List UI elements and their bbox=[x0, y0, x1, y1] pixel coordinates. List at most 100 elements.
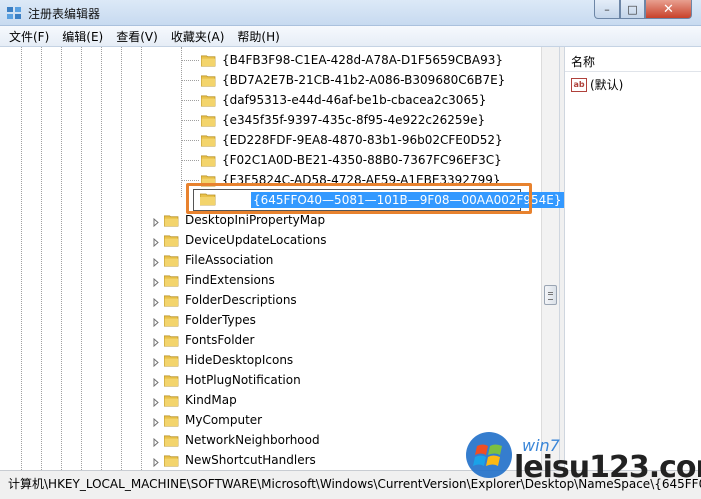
folder-icon bbox=[164, 434, 179, 447]
tree-item[interactable]: {F02C1A0D-BE21-4350-88B0-7367FC96EF3C} bbox=[201, 150, 502, 170]
tree-scrollbar[interactable] bbox=[541, 47, 559, 470]
folder-icon bbox=[201, 154, 216, 167]
expand-arrow-icon[interactable] bbox=[152, 236, 161, 248]
tree-branch-dot bbox=[181, 140, 199, 141]
title-bar: 注册表编辑器 – □ ✕ bbox=[0, 0, 701, 26]
expand-arrow-icon[interactable] bbox=[152, 296, 161, 308]
scrollbar-thumb[interactable] bbox=[544, 285, 557, 305]
tree-item[interactable]: DeviceUpdateLocations bbox=[164, 230, 327, 250]
tree-item[interactable]: NewShortcutHandlers bbox=[164, 450, 316, 470]
folder-icon bbox=[164, 334, 179, 347]
folder-icon bbox=[164, 214, 179, 227]
tree-branch-dot bbox=[181, 100, 199, 101]
folder-icon bbox=[164, 394, 179, 407]
tree-item-label: {BD7A2E7B-21CB-41b2-A086-B309680C6B7E} bbox=[222, 73, 506, 87]
menu-edit[interactable]: 编辑(E) bbox=[62, 28, 103, 45]
tree-item[interactable]: HideDesktopIcons bbox=[164, 350, 293, 370]
tree-item-label: HotPlugNotification bbox=[185, 373, 301, 387]
tree-item[interactable]: HotPlugNotification bbox=[164, 370, 301, 390]
tree-item[interactable]: {B4FB3F98-C1EA-428d-A78A-D1F5659CBA93} bbox=[201, 50, 503, 70]
menu-help[interactable]: 帮助(H) bbox=[237, 28, 279, 45]
folder-icon bbox=[201, 74, 216, 87]
menu-view[interactable]: 查看(V) bbox=[116, 28, 158, 45]
tree-branch-dot bbox=[181, 120, 199, 121]
expand-arrow-icon[interactable] bbox=[152, 416, 161, 428]
watermark-site: leisu123.com bbox=[514, 450, 701, 485]
maximize-button[interactable]: □ bbox=[620, 0, 645, 19]
tree-item[interactable]: KindMap bbox=[164, 390, 237, 410]
tree-item-label: FolderDescriptions bbox=[185, 293, 297, 307]
windows-logo-icon bbox=[466, 432, 512, 478]
tree-item[interactable]: FontsFolder bbox=[164, 330, 254, 350]
watermark: win7 leisu123.com bbox=[460, 428, 701, 499]
expand-arrow-icon[interactable] bbox=[152, 456, 161, 468]
tree-guide-line bbox=[21, 47, 22, 470]
tree-item-label: DesktopIniPropertyMap bbox=[185, 213, 326, 227]
folder-icon bbox=[164, 254, 179, 267]
string-value-icon: ab bbox=[571, 77, 587, 92]
tree-item[interactable]: FolderDescriptions bbox=[164, 290, 297, 310]
menu-favorites[interactable]: 收藏夹(A) bbox=[171, 28, 225, 45]
tree-item-label: FileAssociation bbox=[185, 253, 274, 267]
tree-item-label: DeviceUpdateLocations bbox=[185, 233, 327, 247]
tree-item-label: NewShortcutHandlers bbox=[185, 453, 316, 467]
tree-guide-line bbox=[81, 47, 82, 470]
registry-tree[interactable]: {B4FB3F98-C1EA-428d-A78A-D1F5659CBA93} {B… bbox=[7, 47, 559, 470]
tree-item-label: {e345f35f-9397-435c-8f95-4e922c26259e} bbox=[222, 113, 486, 127]
expand-arrow-icon[interactable] bbox=[152, 356, 161, 368]
values-pane[interactable]: 名称 ab (默认) bbox=[565, 47, 701, 470]
column-header-name[interactable]: 名称 bbox=[565, 50, 701, 72]
tree-branch-dot bbox=[181, 160, 199, 161]
expand-arrow-icon[interactable] bbox=[152, 376, 161, 388]
tree-item[interactable]: {BD7A2E7B-21CB-41b2-A086-B309680C6B7E} bbox=[201, 70, 505, 90]
expand-arrow-icon[interactable] bbox=[152, 216, 161, 228]
expand-arrow-icon[interactable] bbox=[152, 316, 161, 328]
tree-guide-line bbox=[181, 47, 182, 197]
folder-icon bbox=[164, 314, 179, 327]
folder-icon bbox=[164, 274, 179, 287]
tree-item-label: FolderTypes bbox=[185, 313, 256, 327]
tree-item[interactable]: FileAssociation bbox=[164, 250, 273, 270]
menu-file[interactable]: 文件(F) bbox=[9, 28, 49, 45]
folder-icon bbox=[164, 454, 179, 467]
expand-arrow-icon[interactable] bbox=[152, 396, 161, 408]
tree-item[interactable]: FindExtensions bbox=[164, 270, 275, 290]
folder-icon bbox=[201, 94, 216, 107]
folder-icon bbox=[164, 234, 179, 247]
expand-arrow-icon[interactable] bbox=[152, 276, 161, 288]
tree-item[interactable]: NetworkNeighborhood bbox=[164, 430, 320, 450]
folder-icon bbox=[201, 134, 216, 147]
window-title: 注册表编辑器 bbox=[28, 7, 101, 21]
expand-arrow-icon[interactable] bbox=[152, 336, 161, 348]
default-value-name: (默认) bbox=[590, 78, 624, 92]
tree-item[interactable]: FolderTypes bbox=[164, 310, 256, 330]
expand-arrow-icon[interactable] bbox=[152, 436, 161, 448]
expand-arrow-icon[interactable] bbox=[152, 256, 161, 268]
tree-item-label: KindMap bbox=[185, 393, 237, 407]
tree-item[interactable]: {ED228FDF-9EA8-4870-83b1-96b02CFE0D52} bbox=[201, 130, 503, 150]
tree-item-label: HideDesktopIcons bbox=[185, 353, 294, 367]
folder-icon bbox=[164, 294, 179, 307]
folder-icon bbox=[201, 54, 216, 67]
folder-icon bbox=[164, 374, 179, 387]
tree-item-label: {F02C1A0D-BE21-4350-88B0-7367FC96EF3C} bbox=[222, 153, 502, 167]
tree-item-label: {daf95313-e44d-46af-be1b-cbacea2c3065} bbox=[222, 93, 487, 107]
tree-item[interactable]: {e345f35f-9397-435c-8f95-4e922c26259e} bbox=[201, 110, 485, 130]
tree-guide-line bbox=[41, 47, 42, 470]
minimize-button[interactable]: – bbox=[594, 0, 620, 19]
tree-item[interactable]: {daf95313-e44d-46af-be1b-cbacea2c3065} bbox=[201, 90, 486, 110]
tree-branch-dot bbox=[181, 180, 199, 181]
tree-guide-line bbox=[121, 47, 122, 470]
highlight-annotation bbox=[186, 183, 532, 214]
tree-item-label: NetworkNeighborhood bbox=[185, 433, 320, 447]
tree-guide-line bbox=[141, 47, 142, 470]
default-value-row[interactable]: ab (默认) bbox=[571, 76, 623, 93]
tree-branch-dot bbox=[181, 80, 199, 81]
close-button[interactable]: ✕ bbox=[645, 0, 692, 19]
folder-icon bbox=[201, 114, 216, 127]
tree-guide-line bbox=[101, 47, 102, 470]
tree-item-label: FontsFolder bbox=[185, 333, 255, 347]
tree-item-label: MyComputer bbox=[185, 413, 263, 427]
tree-branch-dot bbox=[181, 60, 199, 61]
tree-item[interactable]: MyComputer bbox=[164, 410, 262, 430]
